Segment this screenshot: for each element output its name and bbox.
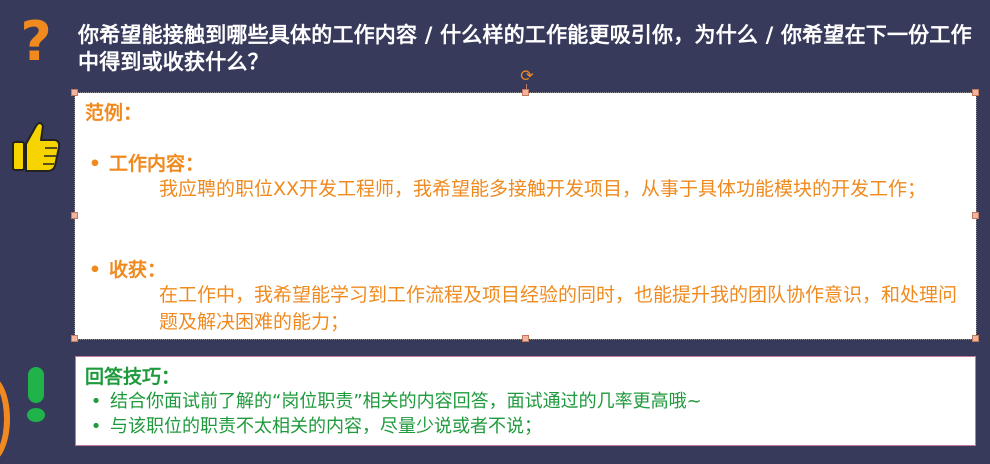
example-item-gains: • 收获： (81, 258, 166, 282)
resize-handle-top[interactable] (522, 89, 529, 96)
example-item-heading: 工作内容： (109, 153, 205, 175)
example-title: 范例： (85, 102, 143, 124)
resize-handle-left[interactable] (71, 212, 78, 219)
resize-handle-bottom[interactable] (522, 335, 529, 342)
bullet-icon: • (88, 153, 102, 175)
rotate-handle-icon[interactable]: ⟳ (518, 67, 536, 85)
tips-title: 回答技巧： (85, 366, 181, 388)
resize-handle-top-right[interactable] (972, 89, 979, 96)
example-item-detail: 我应聘的职位XX开发工程师，我希望能多接触开发项目，从事于具体功能模块的开发工作… (159, 178, 927, 200)
resize-handle-right[interactable] (972, 212, 979, 219)
decorative-circle (0, 374, 10, 464)
question-mark-icon: ? (20, 10, 52, 73)
tip-item: • 结合你面试前了解的“岗位职责”相关的内容回答，面试通过的几率更高哦~ (82, 390, 702, 414)
tip-item: • 与该职位的职责不太相关的内容，尽量少说或者不说； (82, 415, 542, 439)
example-item-heading: 收获： (109, 259, 167, 281)
tip-text: 结合你面试前了解的“岗位职责”相关的内容回答，面试通过的几率更高哦~ (110, 391, 702, 412)
tips-textbox[interactable]: 回答技巧： • 结合你面试前了解的“岗位职责”相关的内容回答，面试通过的几率更高哦… (75, 356, 976, 446)
exclamation-icon (27, 367, 45, 422)
example-textbox[interactable]: 范例： • 工作内容： 我应聘的职位XX开发工程师，我希望能多接触开发项目，从事于… (71, 89, 979, 342)
tip-text: 与该职位的职责不太相关的内容，尽量少说或者不说； (110, 416, 542, 437)
bullet-icon: • (90, 416, 102, 437)
example-item-work-content: • 工作内容： (81, 152, 204, 176)
resize-handle-top-left[interactable] (71, 89, 78, 96)
resize-handle-bottom-left[interactable] (71, 335, 78, 342)
bullet-icon: • (90, 391, 102, 412)
example-item-detail: 在工作中，我希望能学习到工作流程及项目经验的同时，也能提升我的团队协作意识，和处… (159, 284, 958, 333)
bullet-icon: • (88, 259, 102, 281)
thumbs-up-icon (12, 122, 61, 172)
resize-handle-bottom-right[interactable] (972, 335, 979, 342)
